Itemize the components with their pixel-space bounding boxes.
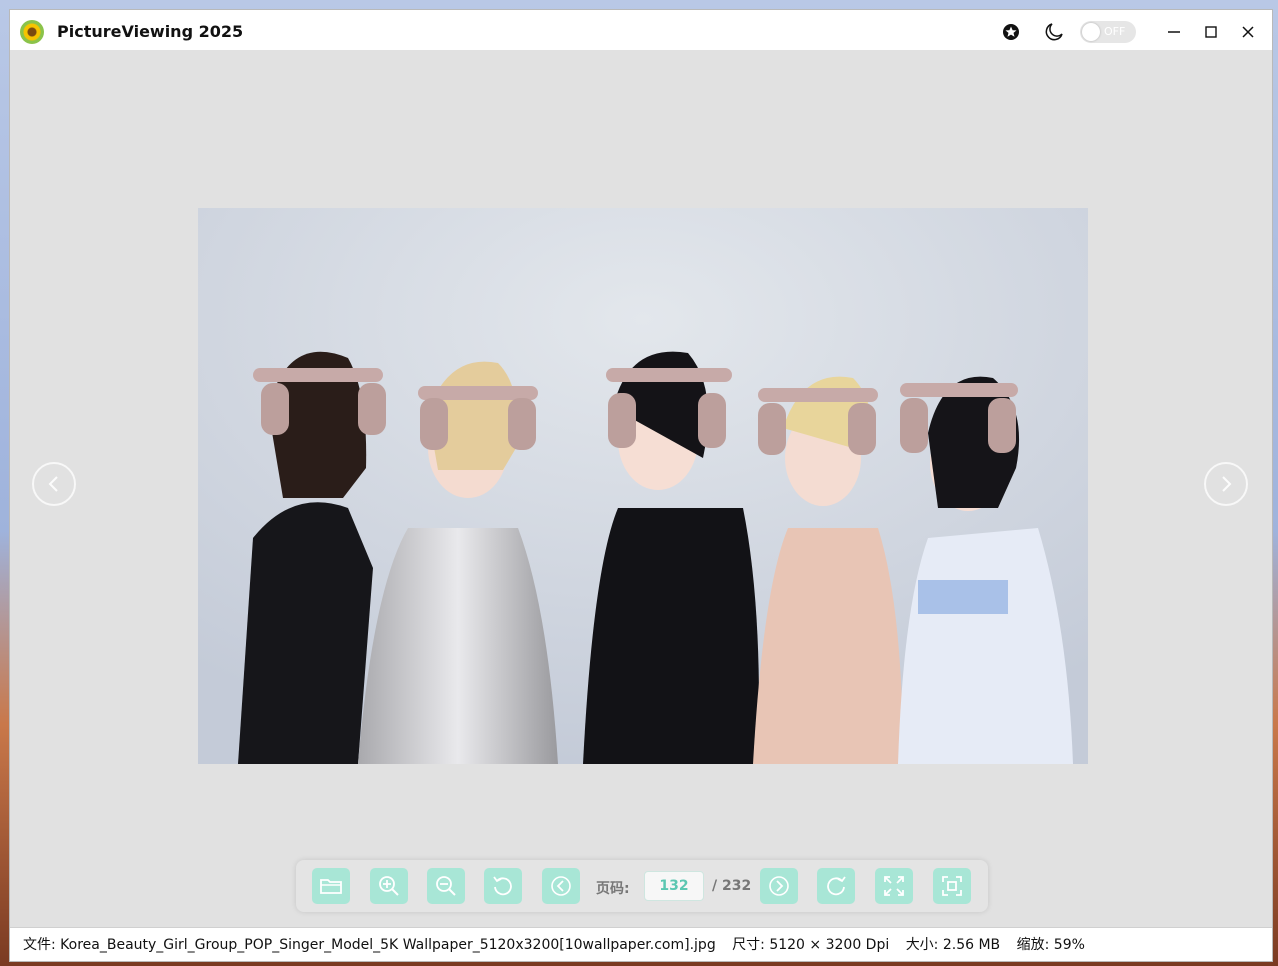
open-folder-button[interactable] bbox=[312, 868, 350, 904]
minimize-icon bbox=[1168, 31, 1180, 33]
status-file: 文件: Korea_Beauty_Girl_Group_POP_Singer_M… bbox=[23, 937, 716, 953]
status-bar: 文件: Korea_Beauty_Girl_Group_POP_Singer_M… bbox=[10, 927, 1272, 961]
previous-page-button[interactable] bbox=[542, 868, 580, 904]
chevron-left-icon bbox=[48, 476, 58, 492]
status-dimensions: 尺寸: 5120 × 3200 Dpi bbox=[732, 937, 890, 953]
rotate-left-button[interactable] bbox=[484, 868, 522, 904]
fit-screen-icon bbox=[884, 876, 904, 896]
fit-screen-button[interactable] bbox=[875, 868, 913, 904]
toggle-label: OFF bbox=[1104, 25, 1126, 38]
app-title: PictureViewing 2025 bbox=[57, 22, 244, 41]
star-icon[interactable] bbox=[1001, 22, 1021, 42]
status-size: 大小: 2.56 MB bbox=[905, 937, 1001, 953]
title-bar: PictureViewing 2025 OFF bbox=[10, 10, 1272, 50]
rotate-right-button[interactable] bbox=[817, 868, 855, 904]
displayed-photo bbox=[198, 208, 1088, 764]
viewer-toolbar: 页码: / 232 bbox=[296, 860, 988, 912]
maximize-icon bbox=[1205, 26, 1217, 38]
actual-size-button[interactable] bbox=[933, 868, 971, 904]
dark-mode-toggle[interactable]: OFF bbox=[1080, 21, 1136, 43]
next-page-button[interactable] bbox=[760, 868, 798, 904]
page-label: 页码: bbox=[596, 881, 630, 897]
page-total: / 232 bbox=[712, 878, 752, 894]
next-icon bbox=[769, 876, 789, 896]
app-window: PictureViewing 2025 OFF 页码: 132 / 232 文件… bbox=[9, 9, 1273, 962]
zoom-out-icon bbox=[436, 876, 456, 896]
page-number-input[interactable] bbox=[644, 871, 704, 901]
moon-icon[interactable] bbox=[1044, 22, 1064, 42]
zoom-in-button[interactable] bbox=[370, 868, 408, 904]
sunflower-app-icon bbox=[20, 20, 44, 44]
toggle-knob bbox=[1082, 23, 1100, 41]
rotate-left-icon bbox=[493, 876, 512, 896]
previous-image-button[interactable] bbox=[32, 462, 76, 506]
open-folder-icon bbox=[320, 879, 342, 894]
rotate-right-icon bbox=[827, 876, 846, 896]
close-icon bbox=[1242, 26, 1254, 38]
actual-size-icon bbox=[942, 876, 962, 896]
close-button[interactable] bbox=[1233, 20, 1263, 44]
status-zoom: 缩放: 59% bbox=[1016, 937, 1085, 953]
chevron-right-icon bbox=[1222, 476, 1232, 492]
minimize-button[interactable] bbox=[1159, 20, 1189, 44]
previous-icon bbox=[551, 876, 571, 896]
maximize-button[interactable] bbox=[1196, 20, 1226, 44]
zoom-out-button[interactable] bbox=[427, 868, 465, 904]
next-image-button[interactable] bbox=[1204, 462, 1248, 506]
zoom-in-icon bbox=[379, 876, 399, 896]
